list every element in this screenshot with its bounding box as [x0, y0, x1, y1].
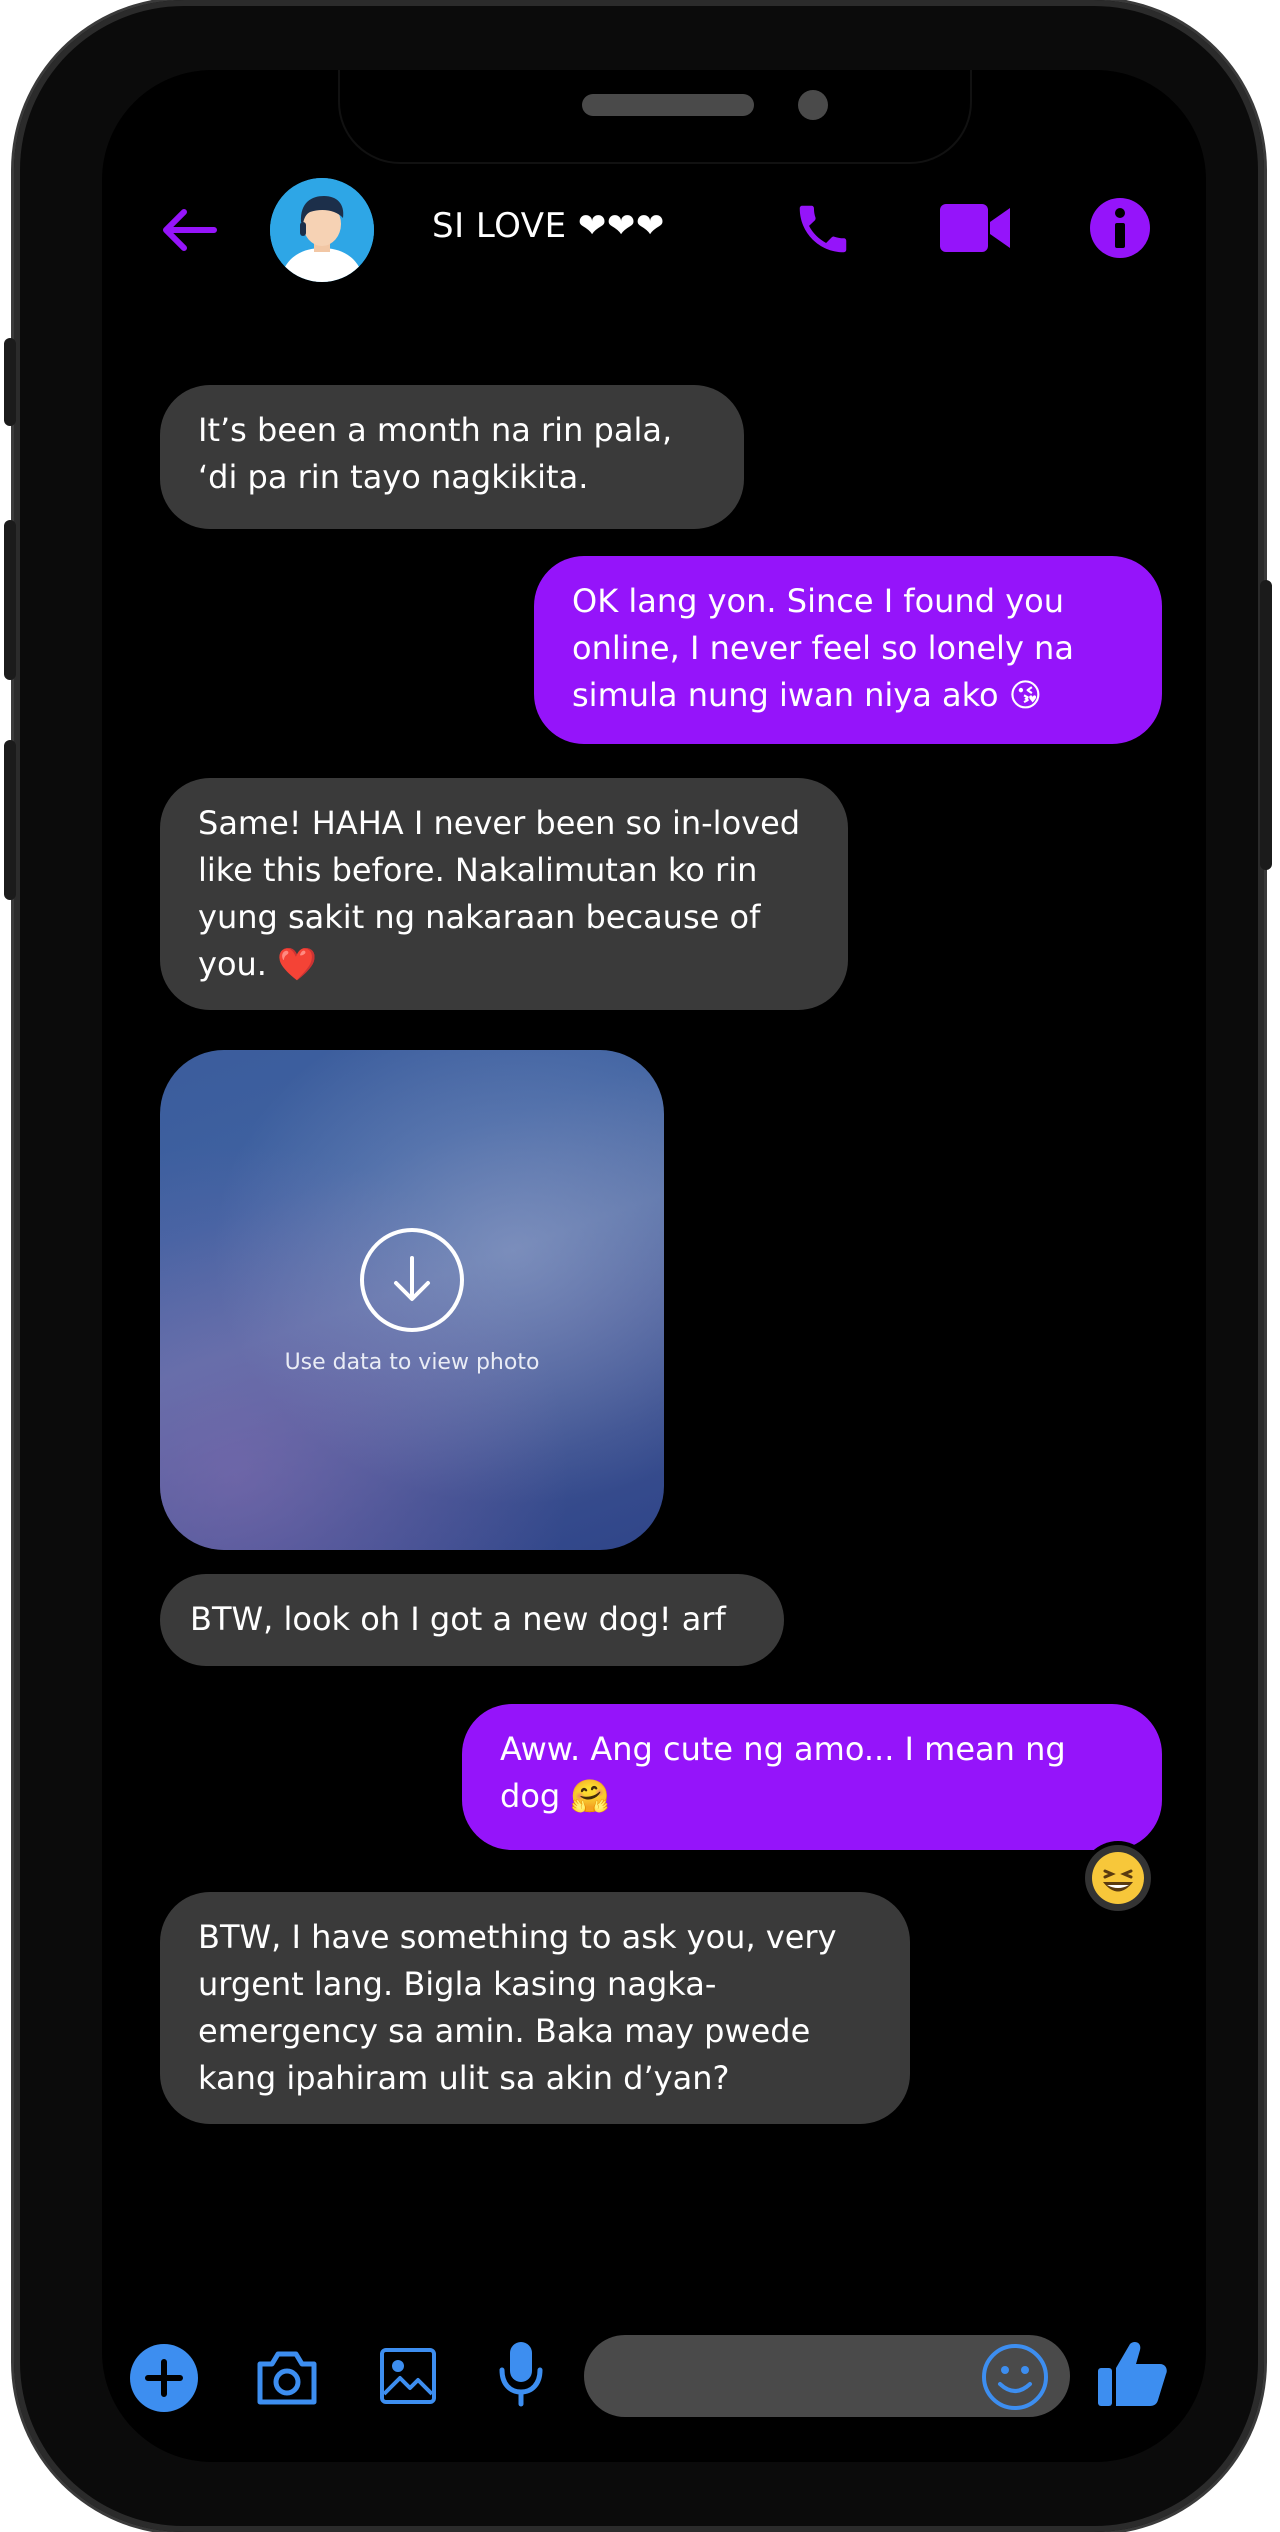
- incoming-message: BTW, look oh I got a new dog! arf: [160, 1574, 784, 1666]
- reaction-badge[interactable]: [1085, 1845, 1151, 1911]
- speaker-grille: [582, 94, 754, 116]
- phone-frame: SI LOVE ❤❤❤ It’s been a month na rin pal…: [4, 0, 1272, 2532]
- incoming-message: Same! HAHA I never been so in-loved like…: [160, 778, 848, 1010]
- emoji-icon[interactable]: [980, 2342, 1050, 2412]
- photo-caption: Use data to view photo: [284, 1350, 540, 1375]
- contact-name: SI LOVE ❤❤❤: [432, 206, 665, 246]
- plus-icon[interactable]: [128, 2342, 200, 2414]
- outgoing-message: Aww. Ang cute ng amo... I mean ng dog 🤗: [462, 1704, 1162, 1850]
- phone-icon[interactable]: [792, 198, 854, 260]
- chat-screen: SI LOVE ❤❤❤ It’s been a month na rin pal…: [102, 70, 1206, 2462]
- incoming-message: BTW, I have something to ask you, very u…: [160, 1892, 910, 2124]
- notch: [340, 70, 970, 162]
- avatar[interactable]: [270, 178, 374, 282]
- video-camera-icon[interactable]: [938, 200, 1012, 256]
- avatar-illustration: [270, 178, 374, 282]
- thumbs-up-icon[interactable]: [1096, 2338, 1168, 2408]
- volume-up-button: [4, 520, 16, 680]
- mute-switch: [4, 338, 16, 426]
- volume-down-button: [4, 740, 16, 900]
- photo-attachment[interactable]: Use data to view photo: [160, 1050, 664, 1550]
- microphone-icon[interactable]: [498, 2340, 544, 2408]
- info-icon[interactable]: [1088, 196, 1152, 260]
- camera-icon[interactable]: [254, 2346, 320, 2410]
- image-icon[interactable]: [378, 2346, 438, 2406]
- back-arrow-icon[interactable]: [160, 208, 218, 252]
- incoming-message: It’s been a month na rin pala, ‘di pa ri…: [160, 385, 744, 529]
- download-icon[interactable]: [358, 1226, 466, 1334]
- front-camera: [798, 90, 828, 120]
- laughing-emoji-icon: [1092, 1852, 1144, 1904]
- power-button: [1260, 580, 1272, 870]
- outgoing-message: OK lang yon. Since I found you online, I…: [534, 556, 1162, 744]
